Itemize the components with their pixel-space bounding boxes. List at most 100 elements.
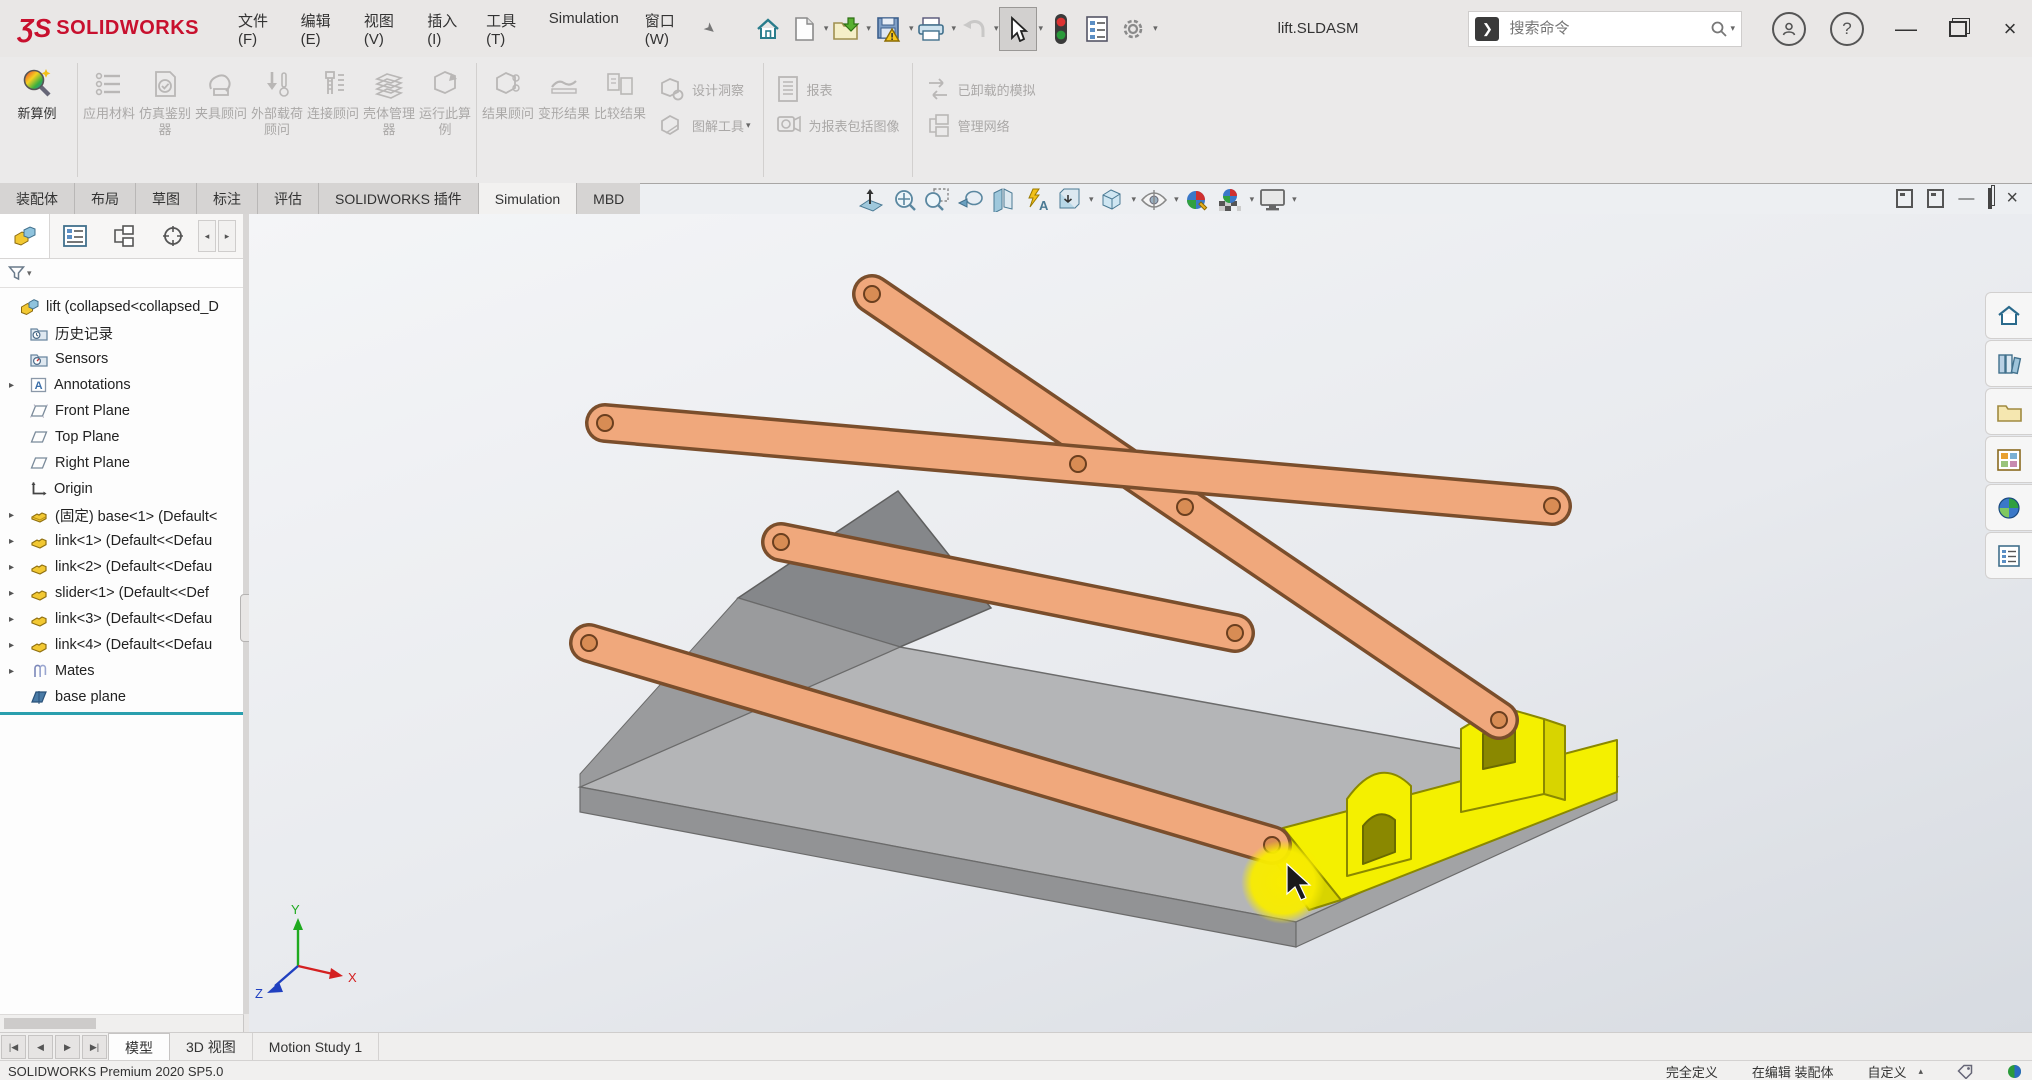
tree-item-root[interactable]: lift (collapsed<collapsed_D (0, 294, 243, 320)
tree-item-base[interactable]: ▸ (固定) base<1> (Default< (0, 502, 243, 528)
external-loads-advisor-button[interactable]: 外部载荷顾问 (249, 57, 305, 183)
new-study-button[interactable]: 新算例 (0, 57, 74, 183)
custom-properties-button[interactable] (1985, 532, 2032, 579)
deformed-result-button[interactable]: 变形结果 (536, 57, 592, 183)
tree-item-slider[interactable]: ▸ slider<1> (Default<<Def (0, 580, 243, 606)
tree-item-link3[interactable]: ▸ link<3> (Default<<Defau (0, 606, 243, 632)
doc-restore-button[interactable] (1988, 190, 1992, 208)
model-tab[interactable]: 模型 (108, 1033, 170, 1061)
compare-results-button[interactable]: 比较结果 (592, 57, 648, 183)
search-command-box[interactable]: ❯ ▾ (1468, 11, 1742, 47)
taskpane-home-button[interactable] (1985, 292, 2032, 339)
tab-scroll-prev[interactable]: ◀ (28, 1035, 53, 1059)
doc-close-button[interactable]: × (2006, 187, 2018, 210)
tree-item-front-plane[interactable]: Front Plane (0, 398, 243, 424)
zoom-fit-button[interactable] (889, 186, 919, 213)
design-insight-button[interactable]: 设计洞察 (658, 71, 751, 107)
undo-button[interactable] (956, 8, 992, 50)
include-image-for-report-button[interactable]: 为报表包括图像 (775, 107, 900, 143)
expand-arrow[interactable]: ▸ (9, 588, 14, 599)
design-library-button[interactable] (1985, 340, 2032, 387)
tree-item-origin[interactable]: Origin (0, 476, 243, 502)
manage-network-button[interactable]: 管理网络 (924, 107, 1036, 143)
tab-simulation[interactable]: Simulation (479, 183, 577, 214)
section-view-button[interactable] (988, 186, 1018, 213)
expand-arrow[interactable]: ▸ (9, 380, 14, 391)
expand-arrow[interactable]: ▸ (9, 510, 14, 521)
minimize-button[interactable]: — (1884, 9, 1928, 49)
help-icon[interactable]: ? (1830, 12, 1864, 46)
featuremanager-tab[interactable] (0, 214, 50, 258)
view-settings-button[interactable] (1257, 186, 1287, 213)
menu-view[interactable]: 视图(V) (351, 2, 414, 56)
display-style-button[interactable] (1097, 186, 1127, 213)
file-properties-button[interactable] (1079, 8, 1115, 50)
open-button[interactable] (828, 8, 864, 50)
expand-arrow[interactable]: ▸ (9, 562, 14, 573)
tab-scroll-next[interactable]: ▶ (55, 1035, 80, 1059)
close-button[interactable]: × (1988, 9, 2032, 49)
tree-item-right-plane[interactable]: Right Plane (0, 450, 243, 476)
connections-advisor-button[interactable]: 连接顾问 (305, 57, 361, 183)
configurationmanager-tab[interactable] (99, 214, 148, 258)
scrollbar-thumb[interactable] (4, 1018, 96, 1029)
edit-appearance-button[interactable] (1182, 186, 1212, 213)
doc-minimize-button[interactable]: — (1958, 190, 1974, 208)
motion-study-tab[interactable]: Motion Study 1 (253, 1033, 379, 1061)
tree-item-link1[interactable]: ▸ link<1> (Default<<Defau (0, 528, 243, 554)
tree-item-link4[interactable]: ▸ link<4> (Default<<Defau (0, 632, 243, 658)
view-palette-button[interactable] (1985, 436, 2032, 483)
dimxpert-tab[interactable] (148, 214, 197, 258)
tab-addins[interactable]: SOLIDWORKS 插件 (319, 183, 479, 214)
view-settings-dropdown[interactable]: ▾ (1292, 194, 1297, 205)
options-button[interactable] (1115, 8, 1151, 50)
apply-scene-dropdown[interactable]: ▾ (1250, 194, 1255, 205)
custom-dropdown[interactable]: ▴ (1918, 1066, 1923, 1077)
apply-material-button[interactable]: 应用材料 (81, 57, 137, 183)
hide-show-dropdown[interactable]: ▾ (1174, 194, 1179, 205)
tree-item-history[interactable]: 历史记录 (0, 320, 243, 346)
graphics-viewport[interactable]: Y X Z (249, 214, 2032, 1032)
expand-arrow[interactable]: ▸ (9, 666, 14, 677)
rebuild-button[interactable] (1043, 8, 1079, 50)
view-plane-button[interactable] (856, 186, 886, 213)
filter-funnel-icon[interactable] (8, 265, 25, 281)
tree-item-base-plane[interactable]: base plane (0, 684, 243, 710)
search-dropdown[interactable]: ▾ (1730, 23, 1735, 34)
display-style-dropdown[interactable]: ▾ (1132, 194, 1137, 205)
simulation-evaluator-button[interactable]: 仿真鉴别器 (137, 57, 193, 183)
panel-tab-scroll-left[interactable]: ◂ (198, 220, 216, 252)
tab-scroll-last[interactable]: ▶| (82, 1035, 107, 1059)
tree-item-annotations[interactable]: ▸ A Annotations (0, 372, 243, 398)
model-base-plate[interactable] (580, 491, 1617, 947)
tab-layout[interactable]: 布局 (75, 183, 136, 214)
hide-show-items-button[interactable] (1139, 186, 1169, 213)
tab-markup[interactable]: 标注 (197, 183, 258, 214)
plot-tools-button[interactable]: 图解工具 ▾ (658, 107, 751, 143)
tab-scroll-first[interactable]: |◀ (1, 1035, 26, 1059)
fixtures-advisor-button[interactable]: 夹具顾问 (193, 57, 249, 183)
expand-arrow[interactable]: ▸ (9, 640, 14, 651)
tab-mbd[interactable]: MBD (577, 183, 641, 214)
user-account-icon[interactable] (1772, 12, 1806, 46)
report-button[interactable]: 报表 (775, 71, 900, 107)
offloaded-simulation-button[interactable]: 已卸载的模拟 (924, 71, 1036, 107)
search-input[interactable] (1507, 19, 1710, 38)
3d-views-tab[interactable]: 3D 视图 (170, 1033, 253, 1061)
panel-tab-scroll-right[interactable]: ▸ (218, 220, 236, 252)
tree-item-top-plane[interactable]: Top Plane (0, 424, 243, 450)
filter-dropdown[interactable]: ▾ (27, 268, 32, 279)
print-button[interactable] (913, 8, 949, 50)
tab-assembly[interactable]: 装配体 (0, 183, 75, 214)
custom-label[interactable]: 自定义 (1867, 1062, 1906, 1080)
new-window-icon[interactable] (1896, 189, 1913, 208)
tag-icon[interactable] (1957, 1064, 1973, 1079)
previous-view-button[interactable] (955, 186, 985, 213)
expand-arrow[interactable]: ▸ (9, 536, 14, 547)
save-button[interactable] (871, 8, 907, 50)
status-resource-icon[interactable] (2007, 1064, 2022, 1079)
shell-manager-button[interactable]: 壳体管理器 (361, 57, 417, 183)
menu-window[interactable]: 窗口(W) (632, 2, 698, 56)
zoom-area-button[interactable] (922, 186, 952, 213)
results-advisor-button[interactable]: 结果顾问 (480, 57, 536, 183)
